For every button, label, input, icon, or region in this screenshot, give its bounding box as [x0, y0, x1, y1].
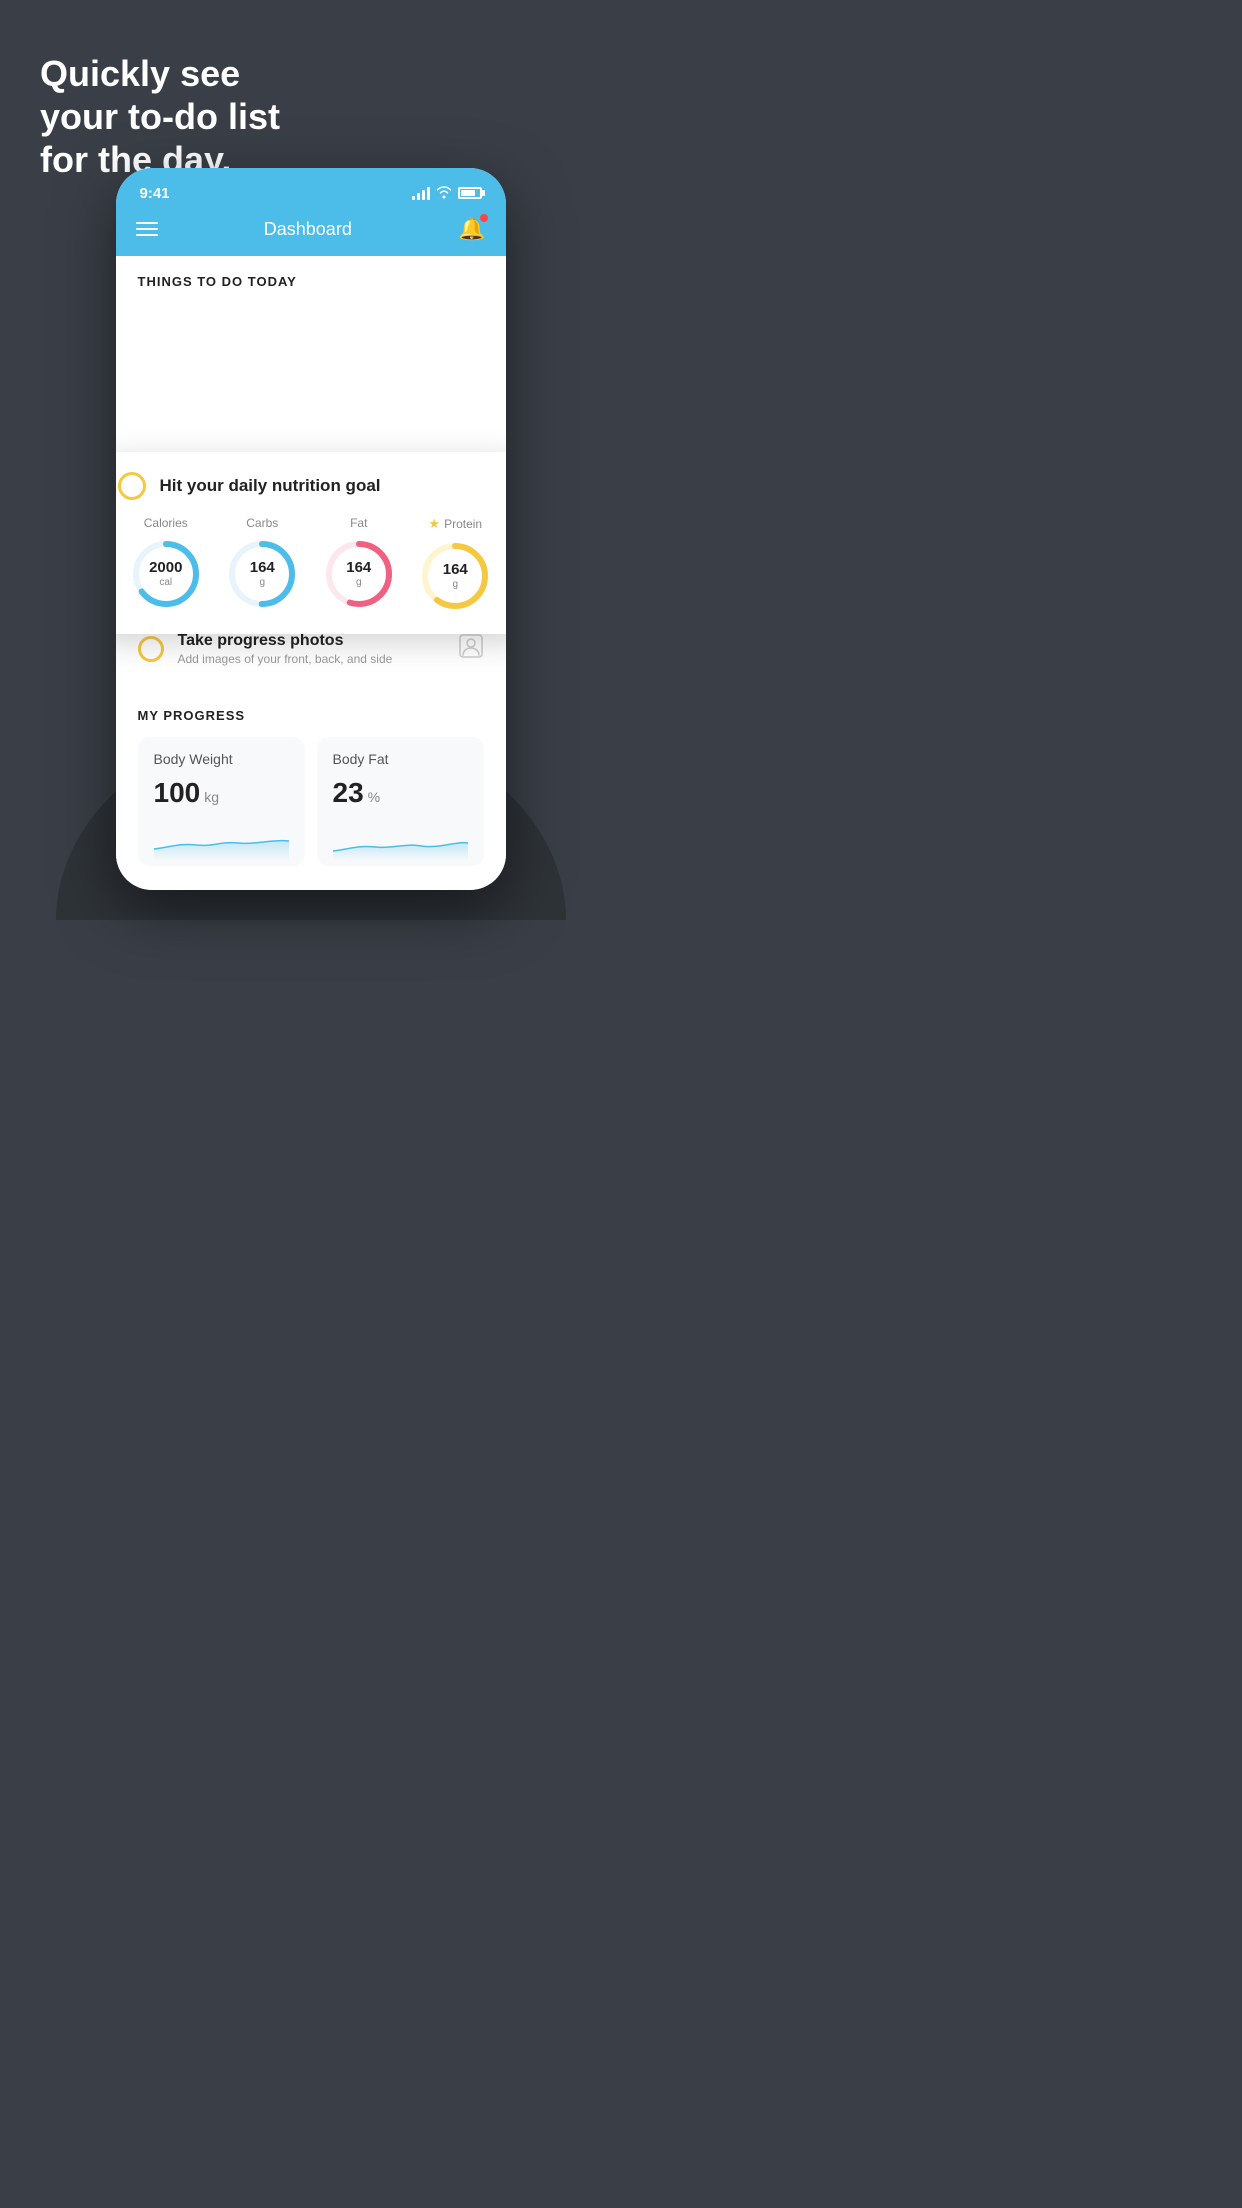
body-fat-unit: %	[368, 789, 380, 805]
body-weight-chart	[154, 821, 289, 861]
protein-value: 164	[443, 561, 468, 579]
photos-title: Take progress photos	[178, 632, 458, 650]
body-fat-chart	[333, 821, 468, 861]
protein-ring: 164 g	[419, 540, 491, 612]
nutrition-card-header: Hit your daily nutrition goal	[118, 472, 504, 500]
photos-subtitle: Add images of your front, back, and side	[178, 652, 458, 666]
person-photo-icon	[458, 633, 484, 665]
body-fat-card[interactable]: Body Fat 23%	[317, 737, 484, 866]
nutrition-circles: Calories 2000 cal	[118, 516, 504, 612]
things-today-heading: THINGS TO DO TODAY	[116, 256, 506, 299]
nutrition-card: Hit your daily nutrition goal Calories	[116, 452, 506, 634]
fat-label: Fat	[350, 516, 367, 530]
nutrition-protein: ★ Protein 164 g	[419, 516, 491, 612]
status-icons	[412, 185, 482, 202]
progress-heading: MY PROGRESS	[138, 708, 484, 723]
battery-icon	[458, 187, 482, 199]
app-header: Dashboard 🔔	[116, 208, 506, 256]
notification-dot	[480, 214, 488, 222]
body-weight-value: 100kg	[154, 777, 289, 809]
signal-icon	[412, 186, 430, 200]
nutrition-fat: Fat 164 g	[323, 516, 395, 610]
carbs-value: 164	[250, 559, 275, 577]
body-fat-value: 23%	[333, 777, 468, 809]
body-weight-title: Body Weight	[154, 751, 289, 767]
phone-content: THINGS TO DO TODAY Hit your daily nutrit…	[116, 256, 506, 890]
body-weight-unit: kg	[204, 789, 219, 805]
calories-value: 2000	[149, 559, 182, 577]
fat-value: 164	[346, 559, 371, 577]
header-title: Dashboard	[264, 219, 352, 240]
photos-text: Take progress photos Add images of your …	[178, 632, 458, 666]
notification-bell-icon[interactable]: 🔔	[458, 216, 485, 242]
phone: 9:41	[116, 168, 506, 890]
progress-section: MY PROGRESS Body Weight 100kg	[116, 680, 506, 890]
headline: Quickly see your to-do list for the day.	[40, 52, 280, 182]
nutrition-card-title-text: Hit your daily nutrition goal	[160, 476, 381, 496]
hamburger-menu[interactable]	[136, 222, 158, 236]
photos-circle	[138, 636, 164, 662]
phone-wrapper: 9:41	[116, 168, 506, 890]
status-time: 9:41	[140, 185, 170, 202]
calories-ring: 2000 cal	[130, 538, 202, 610]
carbs-ring: 164 g	[226, 538, 298, 610]
fat-ring: 164 g	[323, 538, 395, 610]
nutrition-carbs: Carbs 164 g	[226, 516, 298, 610]
nutrition-calories: Calories 2000 cal	[130, 516, 202, 610]
progress-cards: Body Weight 100kg	[138, 737, 484, 890]
nutrition-circle-check	[118, 472, 146, 500]
calories-label: Calories	[144, 516, 188, 530]
status-bar: 9:41	[116, 168, 506, 208]
carbs-label: Carbs	[246, 516, 278, 530]
body-fat-title: Body Fat	[333, 751, 468, 767]
protein-label: ★ Protein	[428, 516, 482, 532]
wifi-icon	[436, 185, 452, 202]
star-icon: ★	[428, 516, 440, 532]
body-weight-card[interactable]: Body Weight 100kg	[138, 737, 305, 866]
